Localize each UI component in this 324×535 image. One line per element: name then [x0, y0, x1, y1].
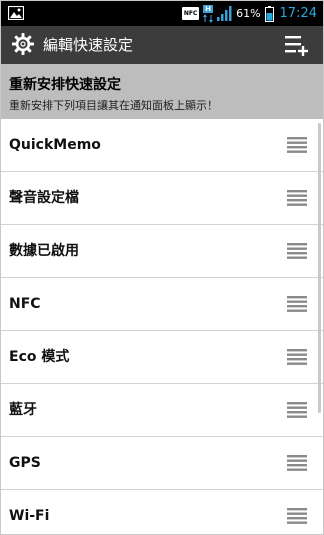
list-item-bluetooth[interactable]: 藍牙	[1, 384, 323, 437]
list-item-gps[interactable]: GPS	[1, 437, 323, 490]
list-item-eco-mode[interactable]: Eco 模式	[1, 331, 323, 384]
page-title: 編輯快速設定	[43, 36, 134, 54]
header-subtitle: 重新安排下列項目讓其在通知面板上顯示！	[9, 99, 218, 112]
list-item-label: 藍牙	[9, 402, 37, 418]
drag-handle-icon[interactable]	[287, 507, 307, 525]
quick-settings-list: QuickMemo 聲音設定檔 數據已啟用 NFC Eco 模式 藍牙 GPS …	[1, 119, 323, 534]
list-item-quickmemo[interactable]: QuickMemo	[1, 119, 323, 172]
list-item-label: 聲音設定檔	[9, 190, 79, 206]
list-item-label: Wi-Fi	[9, 508, 50, 524]
status-icons: NFC H 61% 17:24	[182, 1, 317, 26]
drag-handle-icon[interactable]	[287, 295, 307, 313]
header-title: 重新安排快速設定	[9, 77, 121, 93]
drag-handle-icon[interactable]	[287, 348, 307, 366]
nfc-status-icon: NFC	[182, 7, 200, 20]
network-type-label: H	[203, 4, 214, 13]
drag-handle-icon[interactable]	[287, 242, 307, 260]
gallery-notification-icon	[8, 6, 24, 20]
list-item-label: QuickMemo	[9, 137, 101, 153]
drag-handle-icon[interactable]	[287, 189, 307, 207]
add-list-icon[interactable]	[285, 34, 309, 56]
status-clock: 17:24	[279, 6, 317, 21]
list-item-label: GPS	[9, 455, 41, 471]
network-type-icon: H	[203, 4, 214, 23]
instruction-header: 重新安排快速設定 重新安排下列項目讓其在通知面板上顯示！	[1, 64, 323, 119]
list-item-label: 數據已啟用	[9, 243, 79, 259]
list-item-nfc[interactable]: NFC	[1, 278, 323, 331]
list-item-label: NFC	[9, 296, 41, 312]
app-frame: NFC H 61% 17:24 編輯快速設定 重新安排快速設定 重新安排下列項目…	[0, 0, 324, 535]
signal-strength-icon	[217, 6, 232, 21]
list-scrollbar[interactable]	[318, 123, 321, 413]
list-item-sound-profile[interactable]: 聲音設定檔	[1, 172, 323, 225]
list-item-label: Eco 模式	[9, 349, 70, 365]
drag-handle-icon[interactable]	[287, 136, 307, 154]
battery-icon	[264, 5, 274, 22]
action-bar: 編輯快速設定	[1, 26, 323, 64]
list-item-data-enabled[interactable]: 數據已啟用	[1, 225, 323, 278]
gear-icon[interactable]	[11, 32, 35, 56]
drag-handle-icon[interactable]	[287, 454, 307, 472]
drag-handle-icon[interactable]	[287, 401, 307, 419]
list-item-wifi[interactable]: Wi-Fi	[1, 490, 323, 534]
data-activity-icon	[203, 13, 214, 23]
battery-percent: 61%	[236, 7, 261, 20]
status-bar: NFC H 61% 17:24	[1, 1, 323, 26]
